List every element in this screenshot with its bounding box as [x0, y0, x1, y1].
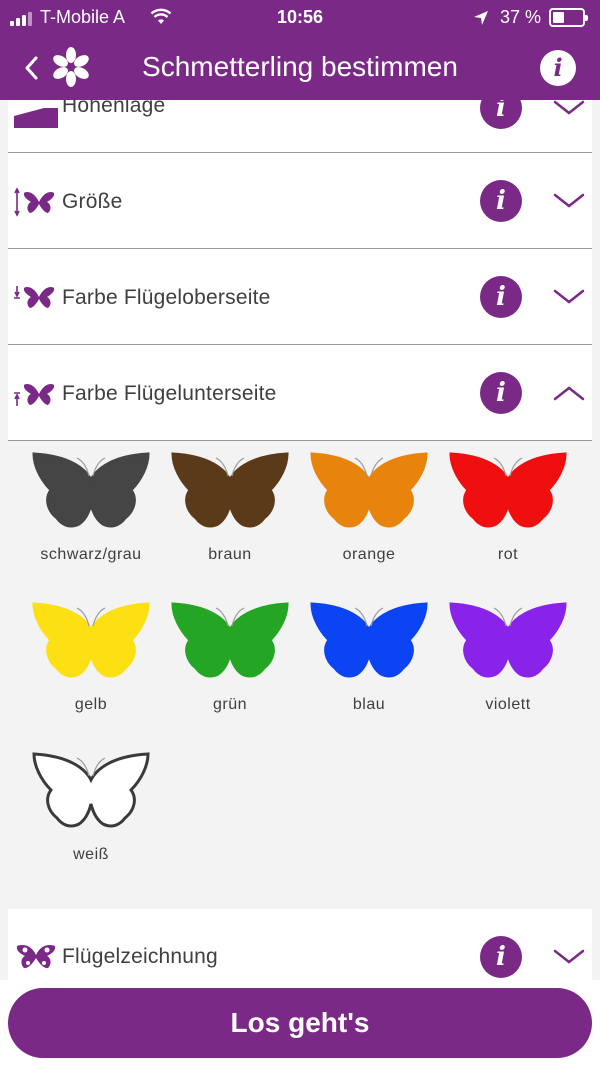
- chevron-down-icon[interactable]: [552, 287, 586, 307]
- battery-icon: [549, 8, 588, 27]
- color-label: violett: [485, 696, 531, 713]
- chevron-up-icon[interactable]: [552, 383, 586, 403]
- butterfly-icon: [310, 452, 428, 528]
- filter-row-upper-color[interactable]: Farbe Flügeloberseite i: [8, 249, 592, 345]
- color-option-braun[interactable]: braun: [160, 452, 300, 564]
- filter-label: Größe: [62, 190, 123, 213]
- info-icon[interactable]: i: [480, 180, 522, 222]
- color-option-blau[interactable]: blau: [299, 602, 439, 714]
- color-option-orange[interactable]: orange: [299, 452, 439, 564]
- color-option-rot[interactable]: rot: [438, 452, 578, 564]
- chevron-down-icon[interactable]: [552, 100, 586, 118]
- color-option-violett[interactable]: violett: [438, 602, 578, 714]
- filter-list[interactable]: Höhenlage i Größe i Farbe Flügeloberseit…: [0, 100, 600, 1067]
- color-label: braun: [208, 546, 252, 563]
- color-label: rot: [497, 546, 519, 563]
- butterfly-upper-icon: [14, 286, 55, 308]
- butterfly-size-icon: [14, 187, 55, 217]
- color-label: gelb: [74, 696, 108, 713]
- filter-label: Höhenlage: [62, 100, 166, 117]
- filter-label: Farbe Flügeloberseite: [62, 286, 271, 309]
- location-icon: [474, 11, 488, 25]
- chevron-down-icon[interactable]: [552, 947, 586, 967]
- status-bar: T-Mobile A 10:56 37 %: [0, 0, 600, 36]
- butterfly-icon: [449, 452, 567, 528]
- color-option-schwarz-grau[interactable]: schwarz/grau: [21, 452, 161, 564]
- butterfly-lower-icon: [14, 383, 55, 406]
- page-title: Schmetterling bestimmen: [142, 51, 458, 82]
- filter-row-lower-color[interactable]: Farbe Flügelunterseite i: [8, 345, 592, 441]
- info-icon[interactable]: i: [480, 936, 522, 978]
- butterfly-icon: [449, 602, 567, 678]
- flower-logo-icon: [53, 47, 89, 87]
- color-option-gelb[interactable]: gelb: [21, 602, 161, 714]
- butterfly-icon: [310, 602, 428, 678]
- chevron-down-icon[interactable]: [552, 191, 586, 211]
- info-icon[interactable]: i: [480, 276, 522, 318]
- butterfly-icon: [32, 602, 150, 678]
- filter-row-size[interactable]: Größe i: [8, 153, 592, 249]
- butterfly-icon: [32, 752, 150, 828]
- start-button[interactable]: Los geht's: [8, 988, 592, 1058]
- info-icon[interactable]: i: [480, 100, 522, 129]
- back-chevron-icon[interactable]: [18, 50, 48, 86]
- color-label: weiß: [73, 846, 109, 863]
- color-label: schwarz/grau: [40, 546, 142, 563]
- navigation-bar: Schmetterling bestimmen i: [0, 36, 600, 100]
- filter-label: Farbe Flügelunterseite: [62, 382, 277, 405]
- info-button[interactable]: i: [540, 50, 576, 86]
- color-label: grün: [212, 696, 248, 713]
- color-option-weiss[interactable]: weiß: [21, 752, 161, 864]
- filter-row-altitude[interactable]: Höhenlage i: [8, 100, 592, 153]
- butterfly-pattern-icon: [16, 944, 56, 969]
- color-label: orange: [342, 546, 396, 563]
- battery-percent: 37 %: [500, 7, 542, 27]
- mountain-icon: [14, 108, 58, 128]
- color-label: blau: [352, 696, 386, 713]
- color-option-gruen[interactable]: grün: [160, 602, 300, 714]
- butterfly-icon: [171, 602, 289, 678]
- butterfly-icon: [32, 452, 150, 528]
- butterfly-icon: [171, 452, 289, 528]
- info-icon[interactable]: i: [480, 372, 522, 414]
- filter-label: Flügelzeichnung: [62, 945, 218, 968]
